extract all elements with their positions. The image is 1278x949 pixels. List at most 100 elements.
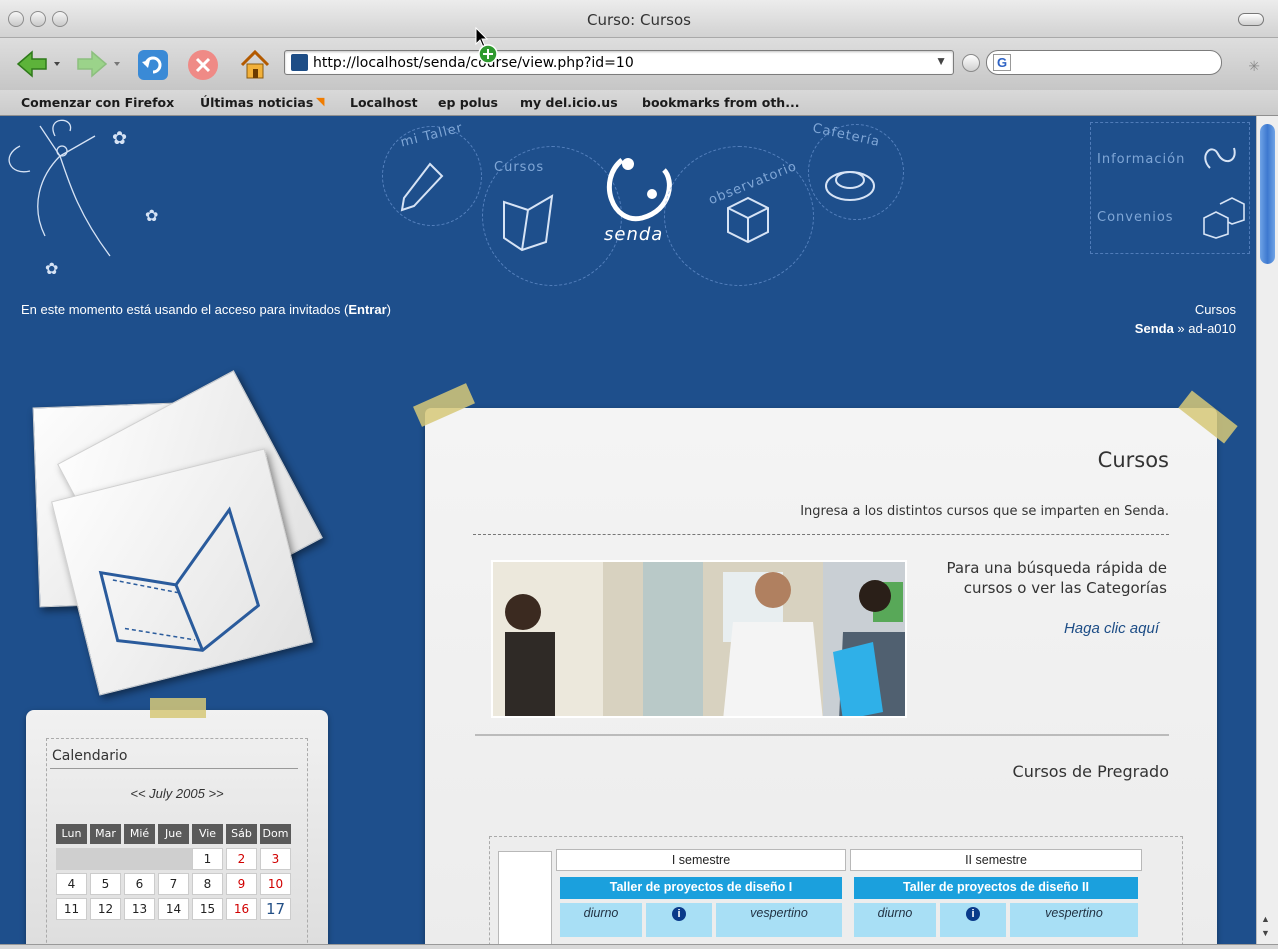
reload-icon [138, 50, 168, 80]
scroll-up-arrow-icon[interactable]: ▲ [1261, 914, 1270, 924]
breadcrumb-current: ad-a010 [1188, 321, 1236, 336]
calendar-title: Calendario [52, 748, 128, 764]
toolbar-toggle-button[interactable] [1238, 13, 1264, 26]
page-subtitle: Ingresa a los distintos cursos que se im… [800, 504, 1169, 519]
taller-2-info-button[interactable]: i [940, 903, 1006, 937]
course-taller-2-link[interactable]: Taller de proyectos de diseño II [854, 877, 1138, 899]
forward-arrow-icon [77, 50, 120, 78]
calendar-day[interactable]: 4 [56, 873, 87, 895]
calendar-day[interactable]: 7 [158, 873, 189, 895]
info-swirl-icon [1204, 147, 1236, 169]
cubes-icon [1203, 197, 1245, 239]
calendar-day[interactable]: 14 [158, 898, 189, 920]
search-engine-icon[interactable]: G [993, 54, 1011, 71]
calendar-day[interactable]: 17 [260, 898, 291, 920]
semester-2-header: II semestre [850, 849, 1142, 871]
calendar-weekday-header: Vie [192, 824, 223, 844]
calendar-day[interactable]: 6 [124, 873, 155, 895]
taller-1-diurno-link[interactable]: diurno [560, 903, 642, 937]
calendar-day[interactable]: 8 [192, 873, 223, 895]
calendar-rule [50, 768, 298, 769]
taller-1-vespertino-link[interactable]: vespertino [716, 903, 842, 937]
bookmarks-toolbar: Comenzar con Firefox Últimas noticias ◥ … [0, 90, 1278, 116]
scrollbar-thumb[interactable] [1260, 124, 1275, 264]
guest-access-notice: En este momento está usando el acceso pa… [21, 302, 391, 317]
forward-button[interactable] [76, 48, 120, 80]
login-link[interactable]: Entrar [348, 302, 386, 317]
quick-search-text: Para una búsqueda rápida de cursos o ver… [887, 558, 1167, 598]
calendar-day[interactable]: 13 [124, 898, 155, 920]
breadcrumb-title: Cursos [1194, 302, 1236, 317]
semester-1-header: I semestre [556, 849, 846, 871]
url-history-dropdown-icon[interactable]: ▼ [935, 54, 947, 68]
calendar-weekday-header: Mar [90, 824, 121, 844]
cube-icon [727, 196, 769, 244]
taller-1-info-button[interactable]: i [646, 903, 712, 937]
calendar-day[interactable]: 12 [90, 898, 121, 920]
calendar-day[interactable]: 5 [90, 873, 121, 895]
calendar-prev-link[interactable]: << [130, 786, 145, 801]
page-title: Cursos [1097, 448, 1169, 472]
back-button[interactable] [16, 48, 60, 80]
home-button[interactable] [238, 48, 270, 80]
nav-informacion[interactable]: Información [1097, 152, 1185, 167]
calendar-day[interactable]: 3 [260, 848, 291, 870]
go-button[interactable] [962, 54, 980, 72]
tape-calendar [150, 698, 206, 718]
scroll-down-arrow-icon[interactable]: ▼ [1261, 928, 1270, 938]
divider [473, 534, 1169, 535]
calendar-weekday-header: Dom [260, 824, 291, 844]
site-favicon-icon [291, 54, 308, 71]
taller-2-diurno-link[interactable]: diurno [854, 903, 936, 937]
mouse-cursor-icon [475, 26, 498, 64]
breadcrumb: Senda » ad-a010 [1135, 321, 1236, 336]
fairy-illustration: ✿ ✿ ✿ [8, 119, 158, 276]
home-icon [240, 49, 270, 79]
bookmark-comenzar[interactable]: Comenzar con Firefox [21, 95, 174, 110]
bookmark-ep-polus[interactable]: ep polus [438, 95, 498, 110]
window-title: Curso: Cursos [587, 11, 691, 29]
navigation-toolbar: http://localhost/senda/course/view.php?i… [0, 38, 1278, 90]
calendar-next-link[interactable]: >> [208, 786, 223, 801]
svg-text:✿: ✿ [45, 261, 58, 276]
guest-text: En este momento está usando el acceso pa… [21, 302, 349, 317]
calendar-day[interactable]: 16 [226, 898, 257, 920]
address-bar[interactable]: http://localhost/senda/course/view.php?i… [284, 50, 954, 75]
guest-close: ) [386, 302, 391, 317]
vertical-scrollbar[interactable]: ▲ ▼ [1256, 116, 1278, 944]
stop-button[interactable] [186, 48, 218, 80]
bookmark-from-other[interactable]: bookmarks from oth... [642, 95, 799, 110]
calendar-day[interactable]: 9 [226, 873, 257, 895]
calendar-empty-cell [90, 848, 124, 870]
quick-search-line1: Para una búsqueda rápida de [946, 559, 1167, 577]
calendar-day[interactable]: 15 [192, 898, 223, 920]
calendar-day[interactable]: 1 [192, 848, 223, 870]
web-page: ✿ ✿ ✿ mi Taller Cursos senda observatori… [0, 116, 1256, 944]
course-taller-1-link[interactable]: Taller de proyectos de diseño I [560, 877, 842, 899]
calendar-weekday-header: Lun [56, 824, 87, 844]
bookmark-ultimas-noticias[interactable]: Últimas noticias [200, 95, 313, 110]
search-input[interactable]: G [986, 50, 1222, 75]
taller-2-vespertino-link[interactable]: vespertino [1010, 903, 1138, 937]
stop-icon [188, 50, 218, 80]
breadcrumb-home-link[interactable]: Senda [1135, 321, 1174, 336]
calendar-empty-cell [158, 848, 192, 870]
divider-solid [475, 734, 1169, 736]
bookmark-localhost[interactable]: Localhost [350, 95, 418, 110]
calendar-day[interactable]: 2 [226, 848, 257, 870]
nav-convenios[interactable]: Convenios [1097, 210, 1174, 225]
table-row-label-cell [498, 851, 552, 944]
bookmark-delicious[interactable]: my del.icio.us [520, 95, 618, 110]
svg-text:✿: ✿ [145, 208, 158, 225]
main-content-panel: Cursos Ingresa a los distintos cursos qu… [413, 383, 1238, 944]
calendar-weekday-header: Sáb [226, 824, 257, 844]
calendar-block: Calendario << July 2005 >> Lun Mar Mié Jue V… [26, 698, 328, 944]
calendar-day[interactable]: 11 [56, 898, 87, 920]
window-titlebar: Curso: Cursos [0, 0, 1278, 38]
categories-link[interactable]: Haga clic aquí [1064, 620, 1159, 637]
calendar-day[interactable]: 10 [260, 873, 291, 895]
nav-cursos[interactable]: Cursos [494, 160, 544, 175]
loading-throbber-icon: ✳ [1248, 58, 1260, 74]
reload-button[interactable] [136, 48, 168, 80]
info-icon: i [672, 907, 686, 921]
